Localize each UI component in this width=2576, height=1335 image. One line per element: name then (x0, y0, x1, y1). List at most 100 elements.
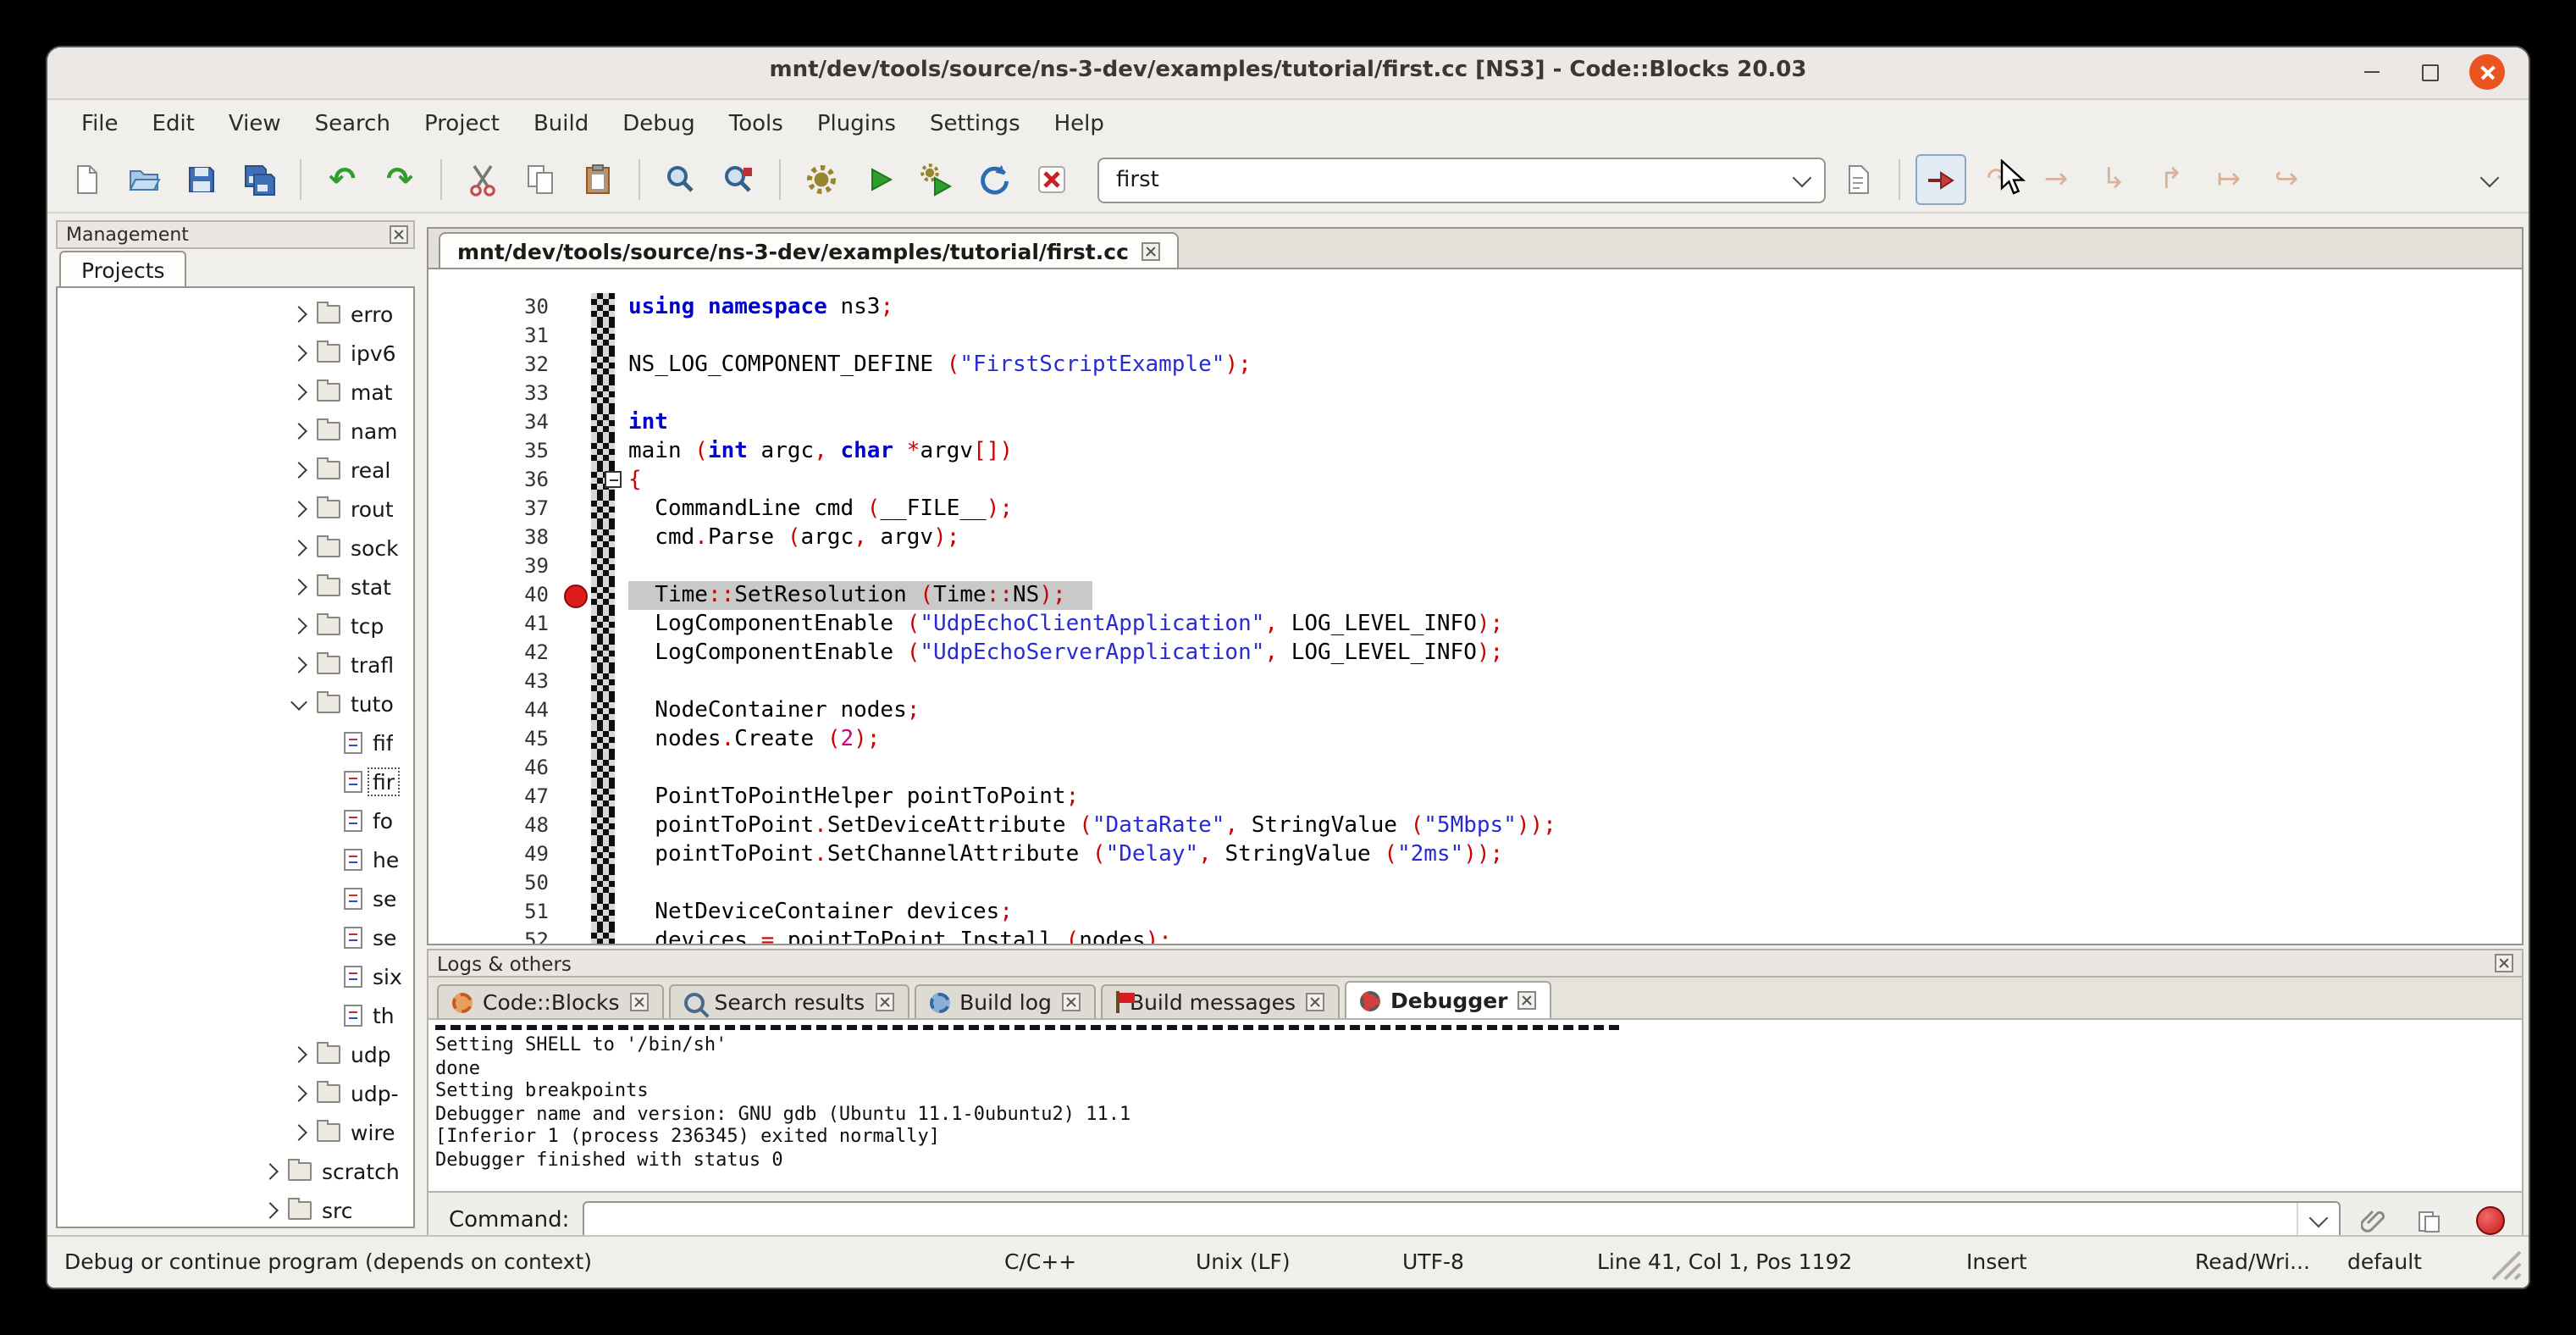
open-file-button[interactable] (119, 154, 169, 205)
chevron-down-icon[interactable] (290, 693, 307, 710)
menu-help[interactable]: Help (1037, 104, 1121, 143)
log-tab-search-results[interactable]: Search results (669, 984, 909, 1018)
editor-tab[interactable]: mnt/dev/tools/source/ns-3-dev/examples/t… (439, 232, 1180, 268)
tree-item-udp-[interactable]: udp- (58, 1074, 413, 1113)
code-line-34[interactable]: 34int (428, 408, 2522, 437)
tree-item-ipv6[interactable]: ipv6 (58, 334, 413, 373)
menu-plugins[interactable]: Plugins (800, 104, 913, 143)
tree-item-trafl[interactable]: trafl (58, 645, 413, 684)
close-icon[interactable] (2469, 54, 2505, 90)
breakpoint-margin[interactable] (559, 840, 591, 869)
breakpoint-margin[interactable] (559, 812, 591, 840)
next-instruction-icon[interactable] (2203, 154, 2254, 205)
breakpoint-margin[interactable] (559, 322, 591, 351)
code-line-50[interactable]: 50 (428, 869, 2522, 898)
run-button[interactable] (854, 154, 904, 205)
breakpoint-margin[interactable] (559, 379, 591, 408)
find-button[interactable] (655, 154, 706, 205)
minimize-icon[interactable] (2354, 54, 2390, 90)
close-tab-icon[interactable] (630, 993, 649, 1011)
chevron-right-icon[interactable] (290, 618, 307, 634)
step-out-icon[interactable] (2146, 154, 2197, 205)
new-file-button[interactable] (61, 154, 112, 205)
close-tab-icon[interactable] (1142, 242, 1161, 261)
breakpoint-margin[interactable] (559, 668, 591, 696)
breakpoint-margin[interactable] (559, 351, 591, 379)
breakpoint-margin[interactable] (559, 927, 591, 945)
tree-item-tuto[interactable]: tuto (58, 684, 413, 723)
code-line-48[interactable]: 48 pointToPoint.SetDeviceAttribute ("Dat… (428, 812, 2522, 840)
log-tab-code-blocks[interactable]: Code::Blocks (437, 984, 664, 1018)
breakpoint-margin[interactable] (559, 495, 591, 523)
code-line-37[interactable]: 37 CommandLine cmd (__FILE__); (428, 495, 2522, 523)
close-tab-icon[interactable] (1306, 993, 1324, 1011)
cut-button[interactable] (457, 154, 508, 205)
resize-grip[interactable] (2490, 1249, 2523, 1282)
chevron-down-icon[interactable] (2297, 1202, 2339, 1239)
menu-build[interactable]: Build (517, 104, 605, 143)
code-line-43[interactable]: 43 (428, 668, 2522, 696)
chevron-right-icon[interactable] (290, 462, 307, 479)
tab-projects[interactable]: Projects (59, 251, 187, 286)
log-tab-debugger[interactable]: Debugger (1345, 981, 1552, 1018)
menu-view[interactable]: View (212, 104, 298, 143)
code-line-51[interactable]: 51 NetDeviceContainer devices; (428, 898, 2522, 927)
code-line-52[interactable]: 52 devices = pointToPoint.Install (nodes… (428, 927, 2522, 945)
chevron-right-icon[interactable] (290, 423, 307, 440)
chevron-right-icon[interactable] (290, 306, 307, 323)
titlebar[interactable]: mnt/dev/tools/source/ns-3-dev/examples/t… (47, 47, 2529, 100)
tree-item-six[interactable]: six (58, 957, 413, 996)
log-tab-build-messages[interactable]: Build messages (1101, 984, 1340, 1018)
breakpoint-margin[interactable] (559, 725, 591, 754)
tree-item-src[interactable]: src (58, 1191, 413, 1228)
tree-item-fo[interactable]: fo (58, 801, 413, 840)
tree-item-wire[interactable]: wire (58, 1113, 413, 1152)
command-input[interactable] (584, 1208, 2297, 1233)
menu-project[interactable]: Project (407, 104, 517, 143)
menu-edit[interactable]: Edit (135, 104, 212, 143)
tree-item-fif[interactable]: fif (58, 723, 413, 762)
tree-item-he[interactable]: he (58, 840, 413, 879)
menu-file[interactable]: File (64, 104, 135, 143)
tree-item-rout[interactable]: rout (58, 490, 413, 529)
replace-button[interactable] (713, 154, 764, 205)
breakpoint-margin[interactable] (559, 639, 591, 668)
log-tab-build-log[interactable]: Build log (914, 984, 1096, 1018)
maximize-icon[interactable] (2412, 54, 2447, 90)
code-line-46[interactable]: 46 (428, 754, 2522, 783)
code-line-39[interactable]: 39 (428, 552, 2522, 581)
breakpoint-margin[interactable] (559, 898, 591, 927)
chevron-right-icon[interactable] (290, 1124, 307, 1141)
tree-item-tcp[interactable]: tcp (58, 607, 413, 645)
menu-settings[interactable]: Settings (913, 104, 1037, 143)
tree-item-nam[interactable]: nam (58, 412, 413, 451)
tree-item-se[interactable]: se (58, 918, 413, 957)
breakpoint-margin[interactable] (559, 293, 591, 322)
next-line-icon[interactable] (2031, 154, 2081, 205)
redo-button[interactable] (374, 154, 425, 205)
code-editor[interactable]: 30using namespace ns3;3132NS_LOG_COMPONE… (427, 268, 2523, 945)
tree-item-sock[interactable]: sock (58, 529, 413, 568)
tree-item-udp[interactable]: udp (58, 1035, 413, 1074)
code-line-31[interactable]: 31 (428, 322, 2522, 351)
code-line-36[interactable]: 36{ (428, 466, 2522, 495)
tree-item-se[interactable]: se (58, 879, 413, 918)
debug-continue-button[interactable] (1915, 154, 1966, 205)
breakpoint-margin[interactable] (559, 783, 591, 812)
code-line-45[interactable]: 45 nodes.Create (2); (428, 725, 2522, 754)
chevron-right-icon[interactable] (290, 656, 307, 673)
stop-icon[interactable] (2476, 1206, 2505, 1235)
code-line-30[interactable]: 30using namespace ns3; (428, 293, 2522, 322)
code-line-49[interactable]: 49 pointToPoint.SetChannelAttribute ("De… (428, 840, 2522, 869)
breakpoint-margin[interactable] (559, 869, 591, 898)
chevron-right-icon[interactable] (290, 1085, 307, 1102)
step-into-icon[interactable] (2088, 154, 2139, 205)
save-all-button[interactable] (234, 154, 285, 205)
build-button[interactable] (796, 154, 847, 205)
tree-item-th[interactable]: th (58, 996, 413, 1035)
tree-item-erro[interactable]: erro (58, 295, 413, 334)
code-line-38[interactable]: 38 cmd.Parse (argc, argv); (428, 523, 2522, 552)
close-panel-icon[interactable] (390, 225, 408, 244)
fold-marker-icon[interactable] (605, 471, 622, 488)
chevron-right-icon[interactable] (290, 1046, 307, 1063)
